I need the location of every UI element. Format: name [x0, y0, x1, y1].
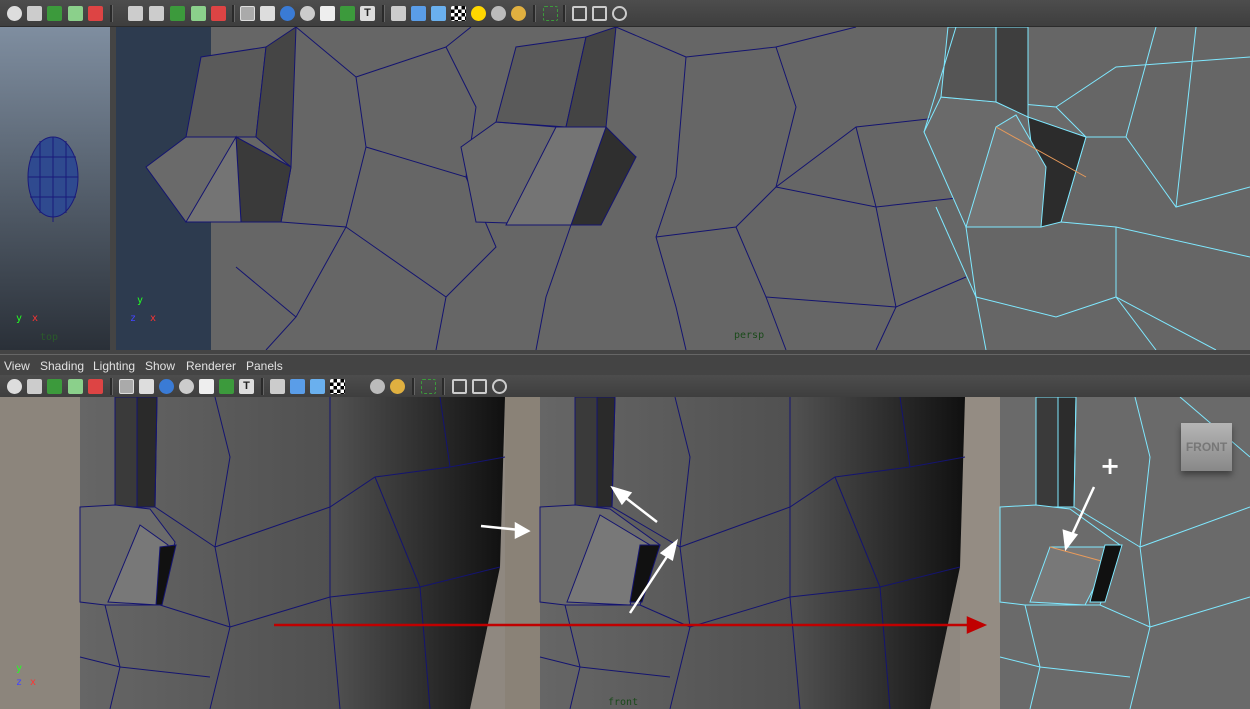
- checker-icon[interactable]: [330, 379, 345, 394]
- toolbar-separator: [110, 5, 113, 22]
- bookmark-icon[interactable]: [47, 379, 62, 394]
- two-d-pan-zoom-icon[interactable]: [88, 6, 103, 21]
- toolbar-separator: [382, 5, 385, 22]
- image-plane-icon[interactable]: [68, 379, 83, 394]
- axis-x-label: x: [150, 313, 157, 324]
- light-icon[interactable]: [471, 6, 486, 21]
- view-cube[interactable]: FRONT: [1181, 423, 1232, 471]
- film-gate-icon[interactable]: [149, 6, 164, 21]
- axis-z-label: z: [16, 677, 23, 688]
- wireframe-icon[interactable]: [240, 6, 255, 21]
- bottom-viewport-toolbar: T: [0, 375, 1250, 398]
- lights-default-icon[interactable]: [411, 6, 426, 21]
- camera-cube-icon[interactable]: [572, 6, 587, 21]
- toolbar-separator: [533, 5, 536, 22]
- texture-icon[interactable]: T: [360, 6, 375, 21]
- axis-y-label: y: [16, 313, 23, 324]
- shaded-icon[interactable]: [280, 6, 295, 21]
- isolate-select-icon[interactable]: [543, 6, 558, 21]
- shadow-icon[interactable]: [370, 379, 385, 394]
- toolbar-separator: [232, 5, 235, 22]
- toolbar-separator: [261, 378, 264, 395]
- menu-show[interactable]: Show: [145, 359, 175, 373]
- two-d-pan-zoom-icon[interactable]: [88, 379, 103, 394]
- menu-lighting[interactable]: Lighting: [93, 359, 135, 373]
- lights-default-icon[interactable]: [290, 379, 305, 394]
- bookmark-icon[interactable]: [47, 6, 62, 21]
- share-icon[interactable]: [492, 379, 507, 394]
- select-camera-icon[interactable]: [7, 379, 22, 394]
- share-icon[interactable]: [612, 6, 627, 21]
- image-plane-icon[interactable]: [68, 6, 83, 21]
- toolbar-separator: [442, 378, 445, 395]
- axis-x-label: x: [32, 313, 39, 324]
- wireframe-on-shaded-icon[interactable]: [179, 379, 194, 394]
- gate-mask-icon[interactable]: [191, 6, 206, 21]
- xray-joints-icon[interactable]: [340, 6, 355, 21]
- toolbar-separator: [412, 378, 415, 395]
- viewport-persp[interactable]: y z x persp: [116, 27, 1250, 350]
- select-camera-icon[interactable]: [7, 6, 22, 21]
- view-cube-label: FRONT: [1185, 440, 1228, 454]
- top-viewport-toolbar: T: [0, 0, 1250, 27]
- smooth-shade-icon[interactable]: [260, 6, 275, 21]
- camera-attributes-icon[interactable]: [27, 379, 42, 394]
- camera-attributes-icon[interactable]: [27, 6, 42, 21]
- menu-view[interactable]: View: [4, 359, 30, 373]
- material-ball-icon[interactable]: [511, 6, 526, 21]
- resolution-gate-icon[interactable]: [170, 6, 185, 21]
- panel-menubar: View Shading Lighting Show Renderer Pane…: [0, 354, 1250, 376]
- camera-cube-icon[interactable]: [452, 379, 467, 394]
- axis-y-label: y: [16, 663, 23, 674]
- lights-all-icon[interactable]: [431, 6, 446, 21]
- cursor-plus-icon: +: [1100, 452, 1121, 480]
- layout-icon[interactable]: [592, 6, 607, 21]
- wireframe-on-shaded-icon[interactable]: [300, 6, 315, 21]
- camera-label: front: [608, 697, 639, 708]
- xray-joints-icon[interactable]: [219, 379, 234, 394]
- safe-area-icon[interactable]: [211, 6, 226, 21]
- grid-icon[interactable]: [128, 6, 143, 21]
- menu-renderer[interactable]: Renderer: [186, 359, 236, 373]
- backface-culling-icon[interactable]: [270, 379, 285, 394]
- layout-icon[interactable]: [472, 379, 487, 394]
- shaded-icon[interactable]: [159, 379, 174, 394]
- checker-icon[interactable]: [451, 6, 466, 21]
- material-ball-icon[interactable]: [390, 379, 405, 394]
- camera-label: top: [40, 332, 59, 343]
- xray-icon[interactable]: [320, 6, 335, 21]
- backface-culling-icon[interactable]: [391, 6, 406, 21]
- axis-x-label: x: [30, 677, 37, 688]
- texture-icon[interactable]: T: [239, 379, 254, 394]
- menu-shading[interactable]: Shading: [40, 359, 84, 373]
- isolate-select-icon[interactable]: [421, 379, 436, 394]
- viewport-top[interactable]: y x top: [0, 27, 110, 350]
- wireframe-icon[interactable]: [119, 379, 134, 394]
- camera-label: persp: [734, 330, 765, 341]
- menu-panels[interactable]: Panels: [246, 359, 283, 373]
- axis-z-label: z: [130, 313, 137, 324]
- toolbar-separator: [563, 5, 566, 22]
- xray-icon[interactable]: [199, 379, 214, 394]
- smooth-shade-icon[interactable]: [139, 379, 154, 394]
- head-wireframe-top: [27, 136, 79, 222]
- shadow-icon[interactable]: [491, 6, 506, 21]
- lights-all-icon[interactable]: [310, 379, 325, 394]
- axis-y-label: y: [137, 295, 144, 306]
- toolbar-separator: [110, 378, 113, 395]
- viewport-front[interactable]: FRONT + y z x front: [0, 397, 1250, 709]
